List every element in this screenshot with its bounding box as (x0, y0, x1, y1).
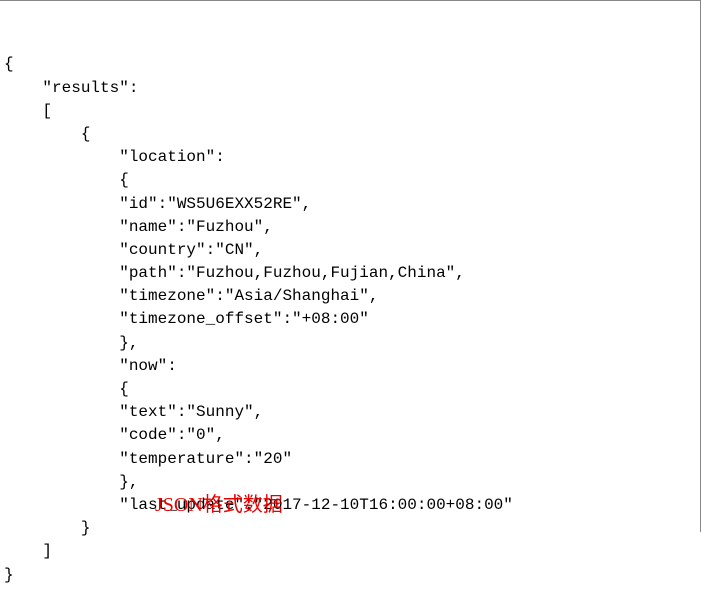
annotation-label: JSON格式数据 (155, 491, 283, 520)
json-text: { "results": [ { "location": { "id":"WS5… (4, 53, 696, 586)
json-code-block: { "results": [ { "location": { "id":"WS5… (0, 1, 700, 616)
